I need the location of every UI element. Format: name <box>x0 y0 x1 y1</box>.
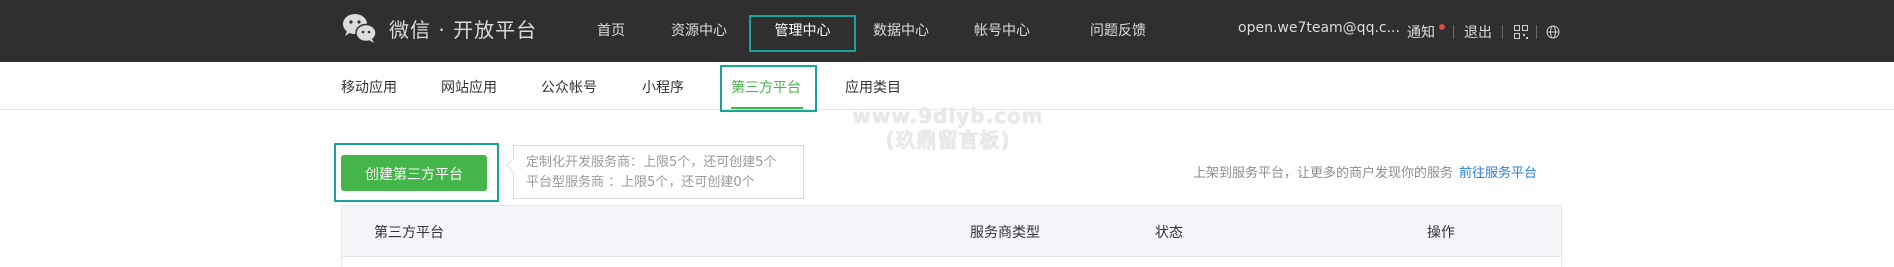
tab-app-category[interactable]: 应用类目 <box>845 77 901 97</box>
table-body <box>341 257 1562 267</box>
nav-management-highlight <box>749 15 856 52</box>
tab-website-app[interactable]: 网站应用 <box>441 77 497 97</box>
account-email[interactable]: open.we7team@qq.c... <box>1238 20 1400 36</box>
watermark-line2: (玖鼎留言板) <box>885 128 1011 152</box>
tip-custom-dev: 定制化开发服务商：上限5个，还可创建5个 <box>526 155 777 170</box>
table-header: 第三方平台 服务商类型 状态 操作 <box>341 205 1562 257</box>
wechat-icon <box>343 14 377 43</box>
go-service-platform-link[interactable]: 前往服务平台 <box>1459 166 1537 181</box>
column-header-actions: 操作 <box>1427 225 1455 241</box>
divider <box>1502 25 1503 39</box>
column-header-platform: 第三方平台 <box>374 225 444 241</box>
create-third-party-button[interactable]: 创建第三方平台 <box>341 155 487 191</box>
column-header-status: 状态 <box>1155 225 1183 241</box>
wechat-logo[interactable]: 微信 · 开放平台 <box>341 12 537 44</box>
divider <box>1453 25 1454 39</box>
watermark: www.9dlyb.com (玖鼎留言板) <box>848 104 1048 152</box>
tip-platform-type: 平台型服务商 ：上限5个，还可创建0个 <box>526 175 755 190</box>
sub-navbar: 移动应用 网站应用 公众帐号 小程序 第三方平台 应用类目 <box>0 62 1894 110</box>
globe-icon[interactable] <box>1546 25 1560 39</box>
logout-link[interactable]: 退出 <box>1464 22 1492 42</box>
tab-mobile-app[interactable]: 移动应用 <box>341 77 397 97</box>
watermark-line1: www.9dlyb.com <box>852 104 1044 128</box>
tab-mini-program[interactable]: 小程序 <box>642 77 684 97</box>
nav-account-center[interactable]: 帐号中心 <box>967 0 1037 62</box>
top-navbar: 微信 · 开放平台 首页 资源中心 管理中心 数据中心 帐号中心 问题反馈 op… <box>0 0 1894 62</box>
notify-link[interactable]: 通知 <box>1407 22 1435 42</box>
nav-resource-center[interactable]: 资源中心 <box>664 0 734 62</box>
divider <box>1536 25 1537 39</box>
nav-feedback[interactable]: 问题反馈 <box>1068 0 1168 62</box>
nav-home[interactable]: 首页 <box>586 0 636 62</box>
qrcode-icon[interactable] <box>1514 25 1528 39</box>
nav-data-center[interactable]: 数据中心 <box>866 0 936 62</box>
promo-text: 上架到服务平台，让更多的商户发现你的服务 <box>1193 166 1454 181</box>
tab-official-account[interactable]: 公众帐号 <box>541 77 597 97</box>
notification-dot <box>1439 24 1445 30</box>
logo-text: 微信 · 开放平台 <box>389 17 538 42</box>
service-promo: 上架到服务平台，让更多的商户发现你的服务 前往服务平台 <box>1193 162 1537 181</box>
tab-third-party-highlight <box>720 65 817 112</box>
quota-tip: 定制化开发服务商：上限5个，还可创建5个 平台型服务商 ：上限5个，还可创建0个 <box>513 145 804 199</box>
column-header-provider-type: 服务商类型 <box>970 225 1040 241</box>
